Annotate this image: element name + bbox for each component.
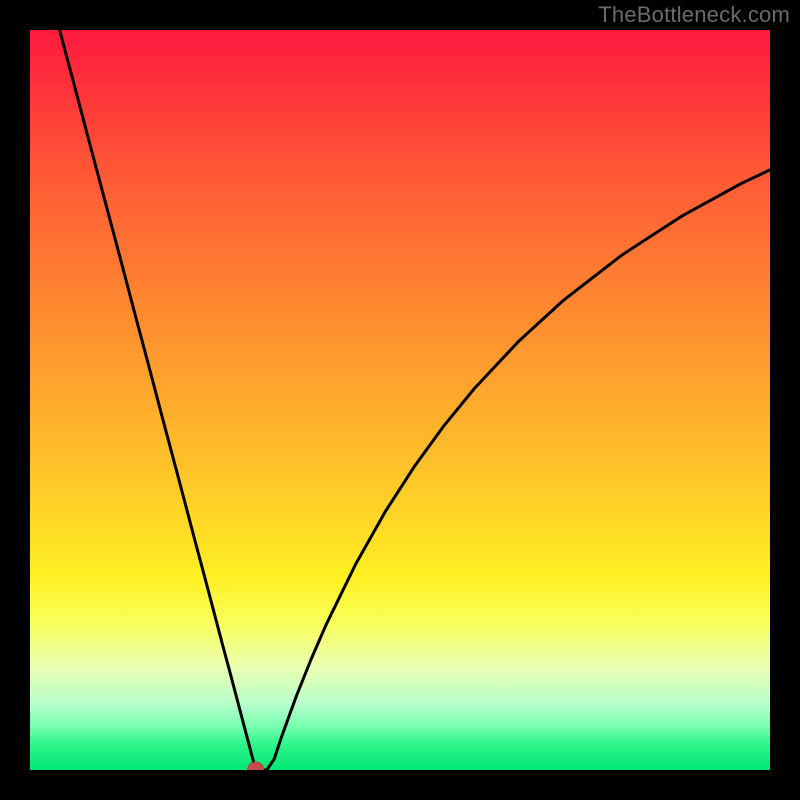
plot-area [30,30,770,770]
chart-frame: TheBottleneck.com [0,0,800,800]
watermark-text: TheBottleneck.com [598,2,790,28]
bottleneck-curve [60,30,770,770]
curve-svg [30,30,770,770]
optimum-marker [248,762,264,770]
